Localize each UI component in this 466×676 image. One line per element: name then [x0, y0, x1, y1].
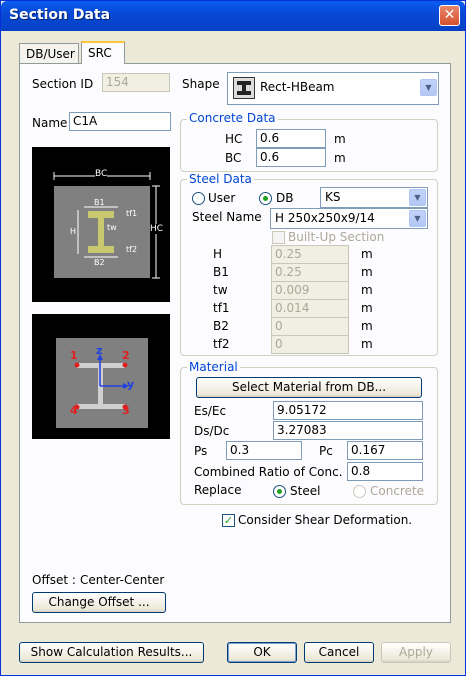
dim-tf1-label: tf1 [213, 301, 230, 315]
dim-tw-label: tw [213, 283, 228, 297]
z-axis-label: z [96, 344, 103, 357]
chevron-down-icon[interactable]: ▼ [420, 79, 437, 96]
show-calculation-results-button[interactable]: Show Calculation Results... [19, 642, 204, 663]
dim-b1-unit: m [361, 265, 373, 279]
b1-dim-label: B1 [94, 198, 105, 207]
dim-tf1-field: 0.014 [271, 299, 349, 318]
name-label: Name [32, 116, 68, 130]
dim-tw-unit: m [361, 283, 373, 297]
section-dimension-diagram: BC HC B1 B2 H tw tf1 tf2 [32, 147, 170, 302]
close-button[interactable]: ✕ [439, 5, 460, 26]
chevron-down-icon[interactable]: ▼ [409, 210, 426, 227]
steel-name-label: Steel Name [192, 210, 262, 224]
h-dim-label: H [70, 227, 77, 236]
hc-unit: m [334, 132, 346, 146]
point-4-label: 4 [70, 404, 78, 417]
ds-dc-field[interactable]: 3.27083 [273, 421, 423, 440]
select-material-button[interactable]: Select Material from DB... [196, 377, 422, 398]
db-value: KS [325, 190, 341, 204]
shape-label: Shape [182, 77, 220, 91]
es-ec-field[interactable]: 9.05172 [273, 401, 423, 420]
stress-point-diagram: 1 2 3 4 z y [32, 314, 170, 439]
section-id-field: 154 [102, 73, 170, 92]
tf2-dim-label: tf2 [126, 245, 138, 254]
steel-name-dropdown[interactable]: H 250x250x9/14 ▼ [270, 208, 428, 229]
ps-field[interactable]: 0.3 [226, 441, 302, 460]
tf1-dim-label: tf1 [126, 209, 138, 218]
dim-tf2-label: tf2 [213, 337, 230, 351]
material-title: Material [187, 360, 240, 374]
bc-dim-label: BC [95, 169, 108, 179]
hc-field[interactable]: 0.6 [256, 129, 326, 148]
replace-concrete-radio [353, 485, 366, 498]
offset-value: Center-Center [80, 573, 165, 587]
hc-label: HC [225, 132, 243, 146]
steel-data-title: Steel Data [187, 172, 254, 186]
dim-tw-field: 0.009 [271, 281, 349, 300]
steel-name-value: H 250x250x9/14 [275, 211, 375, 225]
shape-value: Rect-HBeam [260, 80, 335, 94]
shear-deformation-checkbox[interactable]: ✓ [222, 514, 235, 527]
title-bar: Section Data ✕ [1, 1, 465, 31]
dim-b1-field: 0.25 [271, 263, 349, 282]
ok-button[interactable]: OK [227, 642, 297, 663]
tab-db-user[interactable]: DB/User [19, 43, 79, 63]
ds-dc-label: Ds/Dc [194, 424, 230, 438]
bc-field[interactable]: 0.6 [256, 148, 326, 167]
replace-steel-label: Steel [290, 484, 321, 498]
shape-dropdown[interactable]: Rect-HBeam ▼ [227, 72, 439, 105]
dim-h-field: 0.25 [271, 245, 349, 264]
tw-dim-label: tw [107, 223, 117, 232]
dim-h-unit: m [361, 247, 373, 261]
hc-dim-label: HC [150, 224, 164, 234]
h-beam-icon [233, 77, 255, 99]
tab-src[interactable]: SRC [81, 41, 125, 64]
change-offset-button[interactable]: Change Offset ... [32, 592, 166, 613]
dim-b2-field: 0 [271, 317, 349, 336]
dim-h-label: H [213, 247, 223, 261]
window-title: Section Data [9, 7, 111, 23]
replace-label: Replace [194, 483, 242, 497]
name-field[interactable]: C1A [69, 112, 171, 131]
db-radio[interactable] [259, 192, 272, 205]
bc-unit: m [334, 151, 346, 165]
dim-b2-unit: m [361, 319, 373, 333]
point-2-label: 2 [122, 349, 130, 362]
es-ec-label: Es/Ec [194, 404, 227, 418]
built-up-checkbox [272, 231, 285, 244]
point-1-label: 1 [70, 349, 78, 362]
shear-deformation-label: Consider Shear Deformation. [238, 513, 413, 527]
combined-ratio-field[interactable]: 0.8 [347, 462, 423, 481]
db-radio-label: DB [276, 191, 294, 205]
cancel-button[interactable]: Cancel [304, 642, 374, 663]
y-axis-label: y [127, 378, 135, 391]
replace-concrete-label: Concrete [370, 484, 425, 498]
user-radio[interactable] [192, 192, 205, 205]
dim-b2-label: B2 [213, 319, 229, 333]
concrete-data-title: Concrete Data [187, 111, 278, 125]
db-dropdown[interactable]: KS ▼ [320, 187, 428, 208]
dim-tf2-field: 0 [271, 335, 349, 354]
pc-label: Pc [319, 444, 333, 458]
pc-field[interactable]: 0.167 [347, 441, 423, 460]
bc-label: BC [225, 151, 242, 165]
point-3-label: 3 [122, 404, 130, 417]
b2-dim-label: B2 [94, 258, 105, 267]
built-up-label: Built-Up Section [288, 230, 385, 244]
offset-label: Offset : [32, 573, 76, 587]
user-radio-label: User [208, 191, 236, 205]
replace-steel-radio[interactable] [273, 485, 286, 498]
dim-b1-label: B1 [213, 265, 229, 279]
dim-tf2-unit: m [361, 337, 373, 351]
combined-ratio-label: Combined Ratio of Conc. [194, 465, 343, 479]
dim-tf1-unit: m [361, 301, 373, 315]
ps-label: Ps [194, 444, 208, 458]
apply-button: Apply [381, 642, 451, 663]
section-data-dialog: Section Data ✕ DB/User SRC Section ID 15… [0, 0, 466, 676]
chevron-down-icon[interactable]: ▼ [409, 189, 426, 206]
section-id-label: Section ID [32, 77, 94, 91]
